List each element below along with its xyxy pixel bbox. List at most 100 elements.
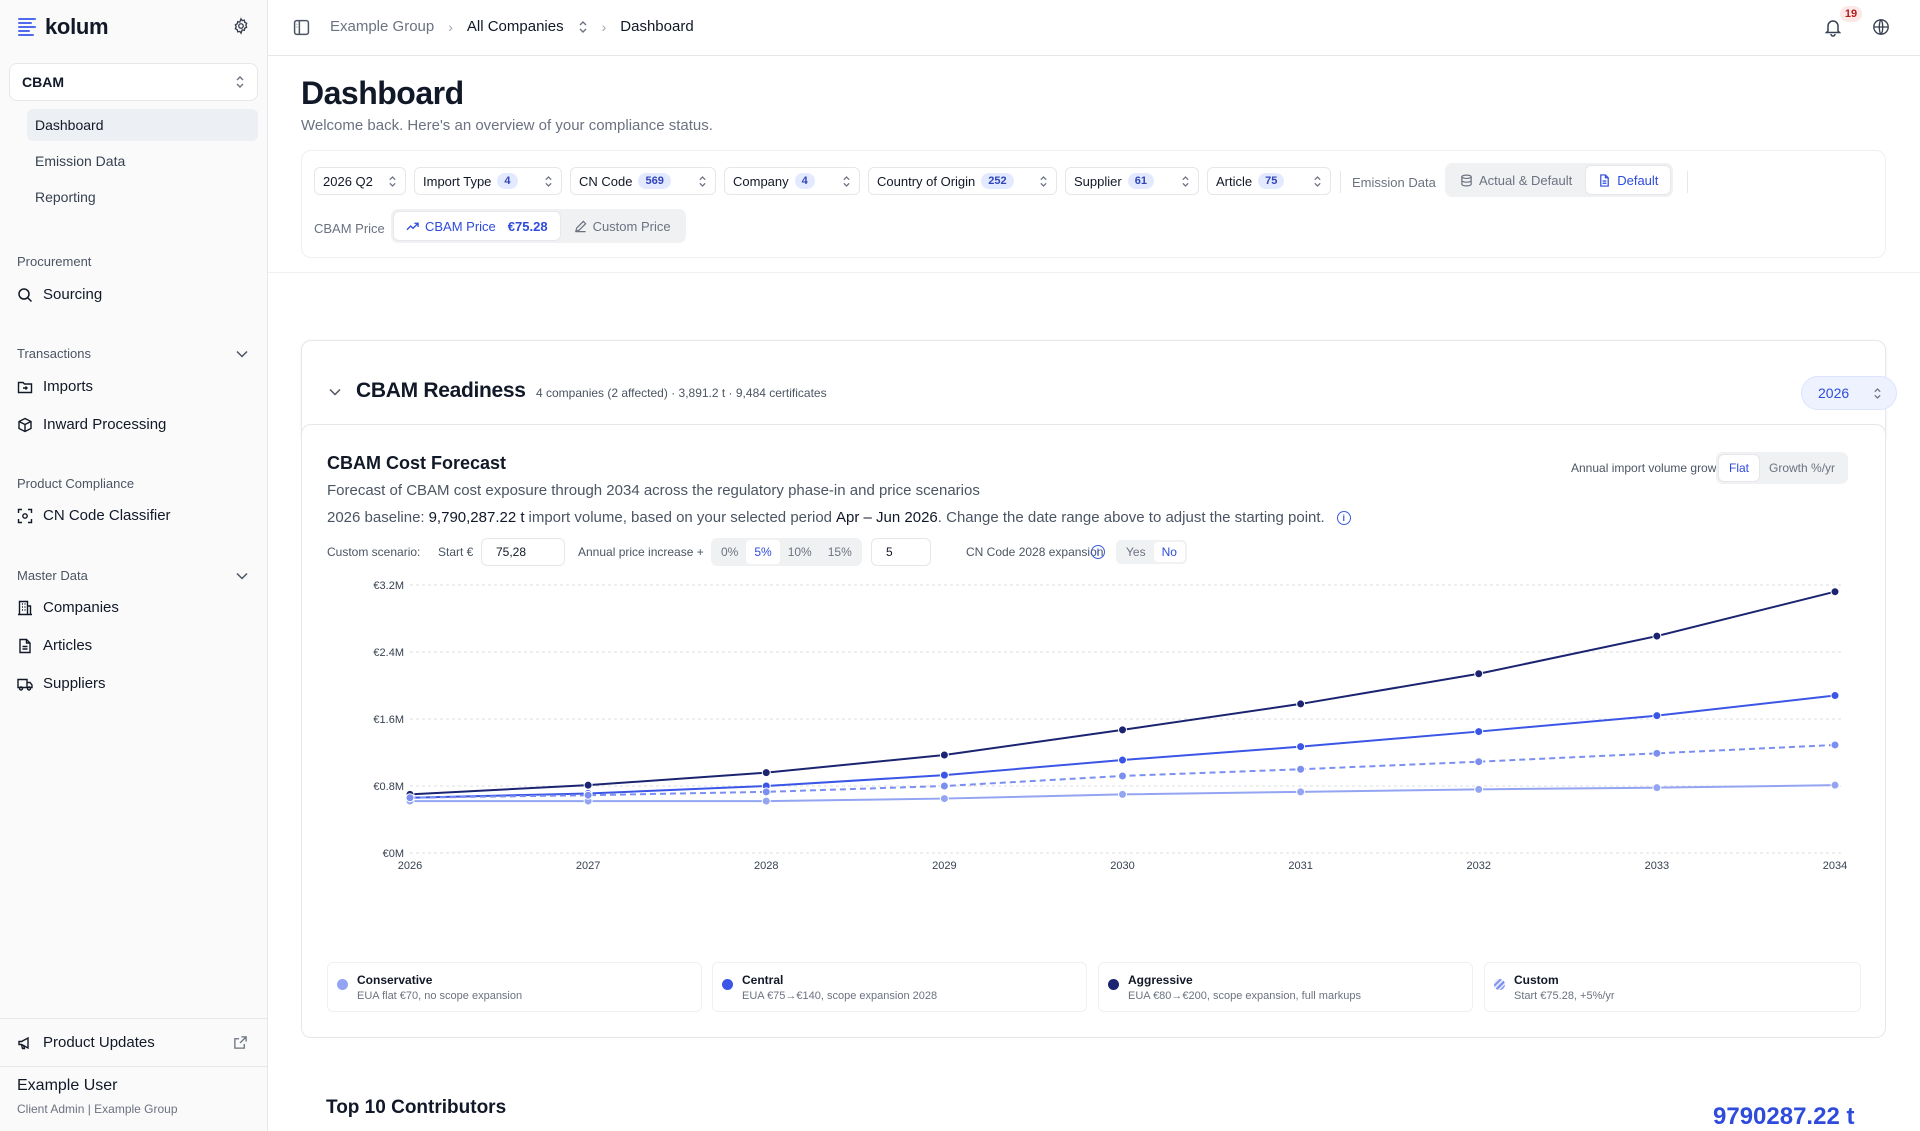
expansion-no-option[interactable]: No (1153, 542, 1185, 562)
chevron-down-icon[interactable] (329, 388, 341, 396)
forecast-baseline: 2026 baseline: 9,790,287.22 t import vol… (327, 509, 1351, 526)
section-divider (268, 272, 1920, 273)
nav-suppliers[interactable]: Suppliers (17, 675, 106, 692)
nav-cn-code-classifier-label: CN Code Classifier (43, 507, 171, 524)
info-icon[interactable]: i (1336, 510, 1351, 525)
sidebar-divider (0, 1018, 268, 1019)
breadcrumb-example-group[interactable]: Example Group (330, 18, 434, 35)
forecast-description: Forecast of CBAM cost exposure through 2… (327, 482, 980, 499)
period-select[interactable]: 2026 Q2 (314, 167, 406, 195)
module-select[interactable]: CBAM (9, 63, 258, 101)
globe-icon[interactable] (1872, 18, 1890, 36)
nav-dashboard[interactable]: Dashboard (27, 109, 258, 141)
filter-company[interactable]: Company 4 (724, 167, 860, 195)
chevron-up-down-icon (1182, 175, 1189, 187)
nav-articles[interactable]: Articles (17, 637, 92, 654)
filter-supplier[interactable]: Supplier 61 (1065, 167, 1199, 195)
annual-increase-input[interactable]: 5 (871, 538, 931, 566)
nav-emission-data[interactable]: Emission Data (27, 145, 258, 177)
filter-import-type-label: Import Type (423, 173, 492, 189)
chevron-down-icon[interactable] (236, 572, 248, 580)
breadcrumb: Example Group › All Companies › Dashboar… (330, 18, 694, 35)
filter-divider (1687, 171, 1688, 193)
kolum-logo-icon (18, 18, 36, 36)
start-price-label: Start € (438, 545, 474, 559)
nav-cn-code-classifier[interactable]: CN Code Classifier (17, 507, 171, 524)
nav-sourcing-label: Sourcing (43, 286, 103, 303)
section-label-transactions: Transactions (17, 346, 91, 361)
start-price-input[interactable]: 75,28 (481, 538, 565, 566)
baseline-period: Apr – Jun 2026 (836, 509, 938, 526)
nav-sourcing[interactable]: Sourcing (17, 286, 102, 303)
chevron-up-down-icon (236, 76, 244, 88)
legend-aggressive[interactable]: Aggressive EUA €80→€200, scope expansion… (1098, 962, 1473, 1012)
chevron-up-down-icon (843, 175, 850, 187)
filter-company-label: Company (733, 173, 789, 189)
emission-data-toggle: Actual & Default Default (1445, 163, 1674, 197)
chevron-down-icon[interactable] (236, 350, 248, 358)
section-label-procurement: Procurement (17, 254, 92, 269)
nav-product-updates[interactable]: Product Updates (17, 1034, 155, 1051)
baseline-mid: import volume, based on your selected pe… (528, 509, 833, 526)
nav-companies-label: Companies (43, 599, 119, 616)
nav-reporting[interactable]: Reporting (27, 181, 258, 213)
data-point-conservative (1296, 787, 1306, 797)
data-point-aggressive (1474, 669, 1484, 679)
nav-product-updates-label: Product Updates (43, 1034, 155, 1051)
nav-companies[interactable]: Companies (17, 599, 119, 616)
user-name[interactable]: Example User (17, 1077, 117, 1095)
bell-icon[interactable] (1823, 17, 1843, 37)
increase-10-option[interactable]: 10% (780, 540, 820, 564)
legend-aggressive-name: Aggressive (1128, 973, 1193, 987)
legend-central[interactable]: Central EUA €75→€140, scope expansion 20… (712, 962, 1087, 1012)
cn-expansion-toggle: Yes No (1116, 540, 1187, 564)
data-point-custom (1830, 740, 1840, 750)
increase-15-option[interactable]: 15% (820, 540, 860, 564)
data-point-custom (1474, 757, 1484, 767)
legend-conservative-swatch (337, 979, 348, 990)
document-icon (19, 638, 31, 653)
section-label-product-compliance: Product Compliance (17, 476, 135, 491)
nav-articles-label: Articles (43, 637, 93, 654)
expansion-yes-option[interactable]: Yes (1118, 542, 1154, 562)
breadcrumb-all-companies[interactable]: All Companies (467, 18, 564, 35)
info-icon[interactable]: i (1091, 545, 1105, 559)
brand-logo[interactable]: kolum (18, 14, 109, 40)
page-title: Dashboard (301, 75, 464, 111)
chevron-up-down-icon (1314, 175, 1321, 187)
cbam-price-option[interactable]: CBAM Price €75.28 (394, 212, 560, 240)
increase-0-option[interactable]: 0% (713, 540, 746, 564)
data-point-central (1474, 727, 1484, 737)
x-tick-label: 2033 (1645, 860, 1669, 872)
filter-article[interactable]: Article 75 (1207, 167, 1331, 195)
custom-price-option[interactable]: Custom Price (562, 212, 683, 240)
emission-default-option[interactable]: Default (1586, 166, 1671, 194)
custom-price-option-label: Custom Price (592, 218, 671, 234)
x-tick-label: 2026 (398, 860, 422, 872)
x-tick-label: 2034 (1823, 860, 1847, 872)
sidebar-toggle-icon[interactable] (293, 19, 310, 36)
data-point-aggressive (761, 768, 771, 778)
readiness-year-select[interactable]: 2026 (1801, 376, 1897, 410)
filter-cn-code[interactable]: CN Code 569 (570, 167, 716, 195)
legend-custom[interactable]: Custom Start €75.28, +5%/yr (1484, 962, 1861, 1012)
filter-import-type[interactable]: Import Type 4 (414, 167, 562, 195)
emission-data-label: Emission Data (1352, 175, 1436, 190)
nav-inward-processing[interactable]: Inward Processing (17, 416, 166, 433)
legend-conservative[interactable]: Conservative EUA flat €70, no scope expa… (327, 962, 702, 1012)
growth-rate-option[interactable]: Growth %/yr (1759, 455, 1845, 481)
growth-flat-option[interactable]: Flat (1719, 455, 1760, 481)
external-link-icon[interactable] (233, 1035, 248, 1050)
gear-icon[interactable] (232, 17, 250, 35)
emission-actual-default-option[interactable]: Actual & Default (1448, 166, 1584, 194)
forecast-title: CBAM Cost Forecast (327, 453, 507, 473)
filter-bar: 2026 Q2 Import Type 4 CN Code 569 Compan… (301, 150, 1886, 258)
legend-central-swatch (722, 979, 733, 990)
nav-imports[interactable]: Imports (17, 378, 93, 395)
data-point-conservative (939, 794, 949, 804)
megaphone-icon (18, 1036, 29, 1049)
increase-5-option[interactable]: 5% (746, 540, 780, 564)
filter-country-of-origin[interactable]: Country of Origin 252 (868, 167, 1057, 195)
emission-actual-default-label: Actual & Default (1479, 172, 1573, 188)
chevron-up-down-icon[interactable] (578, 20, 588, 34)
